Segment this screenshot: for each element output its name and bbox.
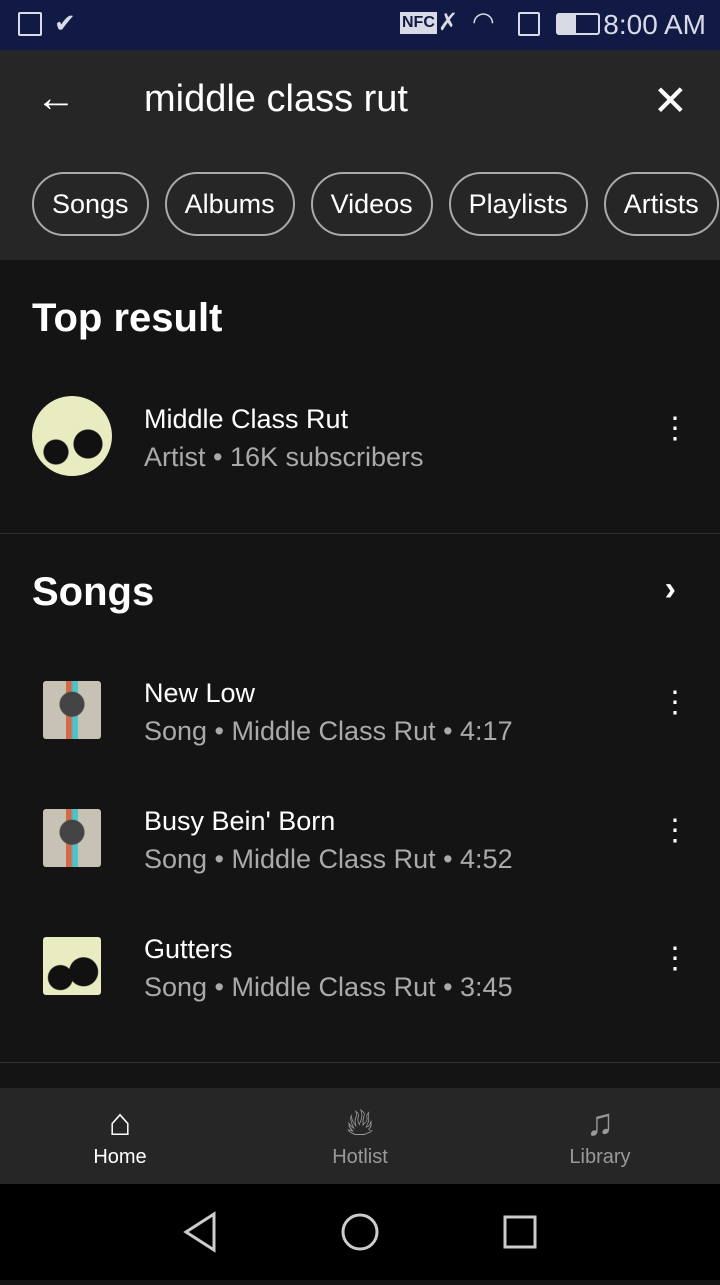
more-options-icon[interactable]: ⋮ [660,688,690,718]
bottom-nav: ⌂ Home 🔥︎ Hotlist ♫ Library [0,1088,720,1184]
check-icon: ✔ [54,8,76,38]
song-row[interactable]: New Low Song • Middle Class Rut • 4:17 ⋮ [0,660,720,760]
divider [0,1062,720,1063]
chip-albums[interactable]: Albums [164,172,295,236]
wifi-icon: ◠ [472,6,495,36]
artist-avatar [32,396,112,476]
song-row[interactable]: Gutters Song • Middle Class Rut • 3:45 ⋮ [0,916,720,1016]
song-title: New Low [144,678,256,708]
song-thumbnail [43,681,101,739]
songs-heading: Songs [32,570,155,614]
artist-name: Middle Class Rut [144,404,349,434]
song-title: Busy Bein' Born [144,806,336,836]
artist-subtitle: Artist • 16K subscribers [144,442,424,472]
chip-artists[interactable]: Artists [603,172,719,236]
nav-home[interactable]: ⌂ Home [0,1088,240,1184]
more-options-icon[interactable]: ⋮ [660,414,690,444]
search-header: ← middle class rut ✕ Songs Albums Videos… [0,50,720,260]
back-triangle-icon[interactable] [183,1211,216,1253]
recents-square-icon[interactable] [503,1215,537,1249]
songs-more-chevron-icon[interactable]: › [665,570,676,609]
song-row[interactable]: Busy Bein' Born Song • Middle Class Rut … [0,788,720,888]
home-circle-icon[interactable] [341,1213,379,1251]
chip-songs[interactable]: Songs [32,172,149,236]
more-options-icon[interactable]: ⋮ [660,944,690,974]
library-icon: ♫ [585,1102,615,1144]
flame-icon: 🔥︎ [346,1102,374,1144]
sim-alert-icon [518,12,540,36]
clear-search-icon[interactable]: ✕ [653,76,688,125]
home-icon: ⌂ [108,1102,132,1144]
mute-icon: ✗ [438,9,459,36]
system-nav-bar [0,1184,720,1280]
status-bar: ✔ NFC ✗ ◠ 8:00 AM [0,0,720,50]
clock: 8:00 AM [603,9,706,40]
chip-videos[interactable]: Videos [310,172,433,236]
search-input[interactable]: middle class rut [144,78,408,121]
top-result-heading: Top result [32,296,223,340]
nav-library[interactable]: ♫ Library [480,1088,720,1184]
song-subtitle: Song • Middle Class Rut • 4:52 [144,844,513,874]
nfc-icon: NFC [400,12,437,34]
song-thumbnail [43,937,101,995]
song-subtitle: Song • Middle Class Rut • 4:17 [144,716,513,746]
top-result-row[interactable]: Middle Class Rut Artist • 16K subscriber… [0,386,720,486]
more-options-icon[interactable]: ⋮ [660,816,690,846]
back-arrow-icon[interactable]: ← [36,78,76,118]
song-title: Gutters [144,934,233,964]
nav-hotlist[interactable]: 🔥︎ Hotlist [240,1088,480,1184]
filter-chips: Songs Albums Videos Playlists Artists [32,172,719,236]
gallery-icon [18,12,42,36]
battery-icon [556,13,600,35]
song-subtitle: Song • Middle Class Rut • 3:45 [144,972,513,1002]
chip-playlists[interactable]: Playlists [448,172,588,236]
song-thumbnail [43,809,101,867]
divider [0,533,720,534]
